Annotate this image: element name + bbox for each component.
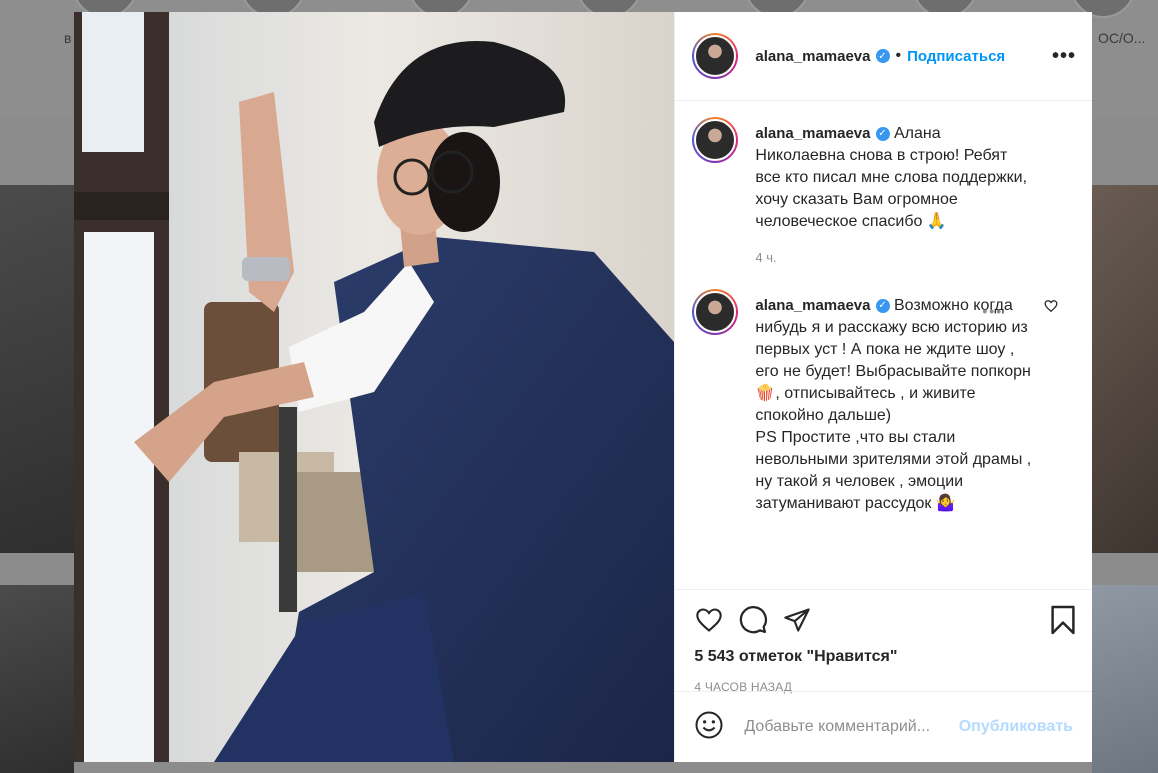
separator-dot: • bbox=[895, 47, 902, 64]
heart-icon[interactable] bbox=[694, 606, 724, 639]
comment-body: alana_mamaeva ✓ Возможно когда нибудь я и… bbox=[755, 295, 1031, 515]
username-link[interactable]: alana_mamaeva bbox=[755, 48, 870, 65]
add-comment-bar: Добавьте комментарий... Опубликовать bbox=[675, 691, 1092, 762]
story-ring[interactable] bbox=[692, 289, 739, 335]
background-post-tile bbox=[1092, 585, 1158, 773]
list-item: alana_mamaeva ✓ Возможно когда нибудь я и… bbox=[692, 289, 1076, 515]
post-header: alana_mamaeva ✓ • Подписаться ••• bbox=[675, 12, 1092, 101]
comments-list[interactable]: alana_mamaeva ✓ Алана Николаевна снова в … bbox=[675, 101, 1092, 589]
background-post-tile bbox=[0, 585, 74, 773]
more-icon[interactable]: ••• bbox=[1052, 45, 1076, 68]
comment-timestamp[interactable]: 4 ч. bbox=[755, 247, 1031, 269]
bookmark-icon[interactable] bbox=[1050, 604, 1076, 641]
share-icon[interactable] bbox=[782, 606, 812, 639]
background-post-tile bbox=[1092, 185, 1158, 553]
comment-options-icon[interactable]: ••• bbox=[982, 303, 1003, 319]
comment-text: PS Простите ,что вы стали невольными зри… bbox=[755, 429, 1032, 512]
comment-icon[interactable] bbox=[738, 605, 768, 640]
username-link[interactable]: alana_mamaeva bbox=[755, 125, 870, 142]
background-story-label: в bbox=[64, 30, 72, 46]
story-ring[interactable] bbox=[692, 33, 739, 79]
action-icons bbox=[694, 604, 1076, 640]
post-modal: alana_mamaeva ✓ • Подписаться ••• alana_… bbox=[74, 12, 1092, 762]
comment-body: alana_mamaeva ✓ Алана Николаевна снова в … bbox=[755, 123, 1031, 269]
background-story-label: ОС/О... bbox=[1098, 30, 1146, 46]
like-comment-heart-icon[interactable] bbox=[1044, 299, 1058, 318]
post-actions: 5 543 отметок "Нравится" 4 ЧАСОВ НАЗАД bbox=[675, 589, 1092, 694]
smiley-icon[interactable] bbox=[694, 710, 724, 745]
post-sidebar: alana_mamaeva ✓ • Подписаться ••• alana_… bbox=[674, 12, 1092, 762]
avatar[interactable] bbox=[694, 291, 737, 333]
comment-input[interactable]: Добавьте комментарий... bbox=[744, 718, 930, 736]
avatar[interactable] bbox=[694, 35, 737, 77]
post-photo-illustration bbox=[74, 12, 675, 762]
avatar[interactable] bbox=[694, 119, 737, 161]
verified-icon: ✓ bbox=[875, 49, 890, 63]
verified-icon: ✓ bbox=[875, 298, 890, 313]
story-ring[interactable] bbox=[692, 117, 739, 163]
publish-button[interactable]: Опубликовать bbox=[959, 718, 1073, 736]
background-post-tile bbox=[0, 185, 74, 553]
caption-comment: alana_mamaeva ✓ Алана Николаевна снова в … bbox=[692, 117, 1076, 269]
post-photo[interactable] bbox=[74, 12, 675, 762]
likes-count[interactable]: 5 543 отметок "Нравится" bbox=[694, 648, 1076, 666]
username-link[interactable]: alana_mamaeva bbox=[755, 297, 870, 314]
follow-button[interactable]: Подписаться bbox=[907, 48, 1005, 65]
verified-icon: ✓ bbox=[875, 126, 890, 141]
